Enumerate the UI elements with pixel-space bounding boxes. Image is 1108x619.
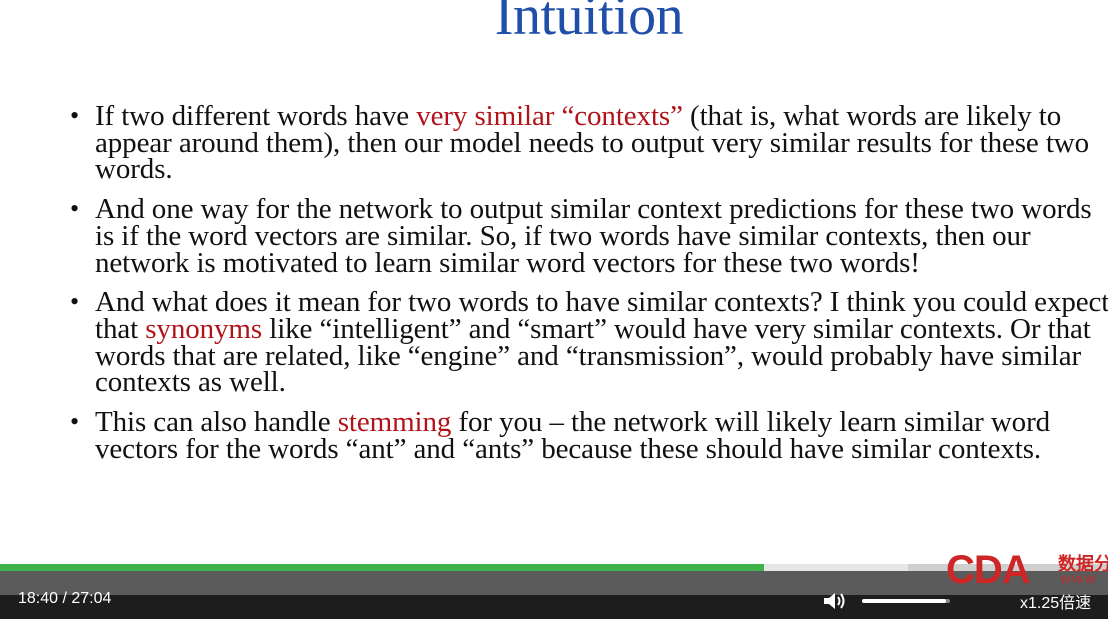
volume-slider[interactable] <box>862 599 950 603</box>
volume-level <box>862 599 946 603</box>
bullet-item: And what does it mean for two words to h… <box>70 288 1108 397</box>
bullet-list: If two different words have very similar… <box>70 101 1108 475</box>
logo-text: CDA <box>946 548 1031 592</box>
cda-logo: CDA 数据分析 WWW <box>946 548 1108 592</box>
logo-www-text: WWW <box>1060 574 1098 586</box>
progress-played <box>0 564 765 571</box>
logo-chinese-text: 数据分析 <box>1058 554 1108 574</box>
bullet-item: And one way for the network to output si… <box>70 193 1108 279</box>
time-display: 18:40 / 27:04 <box>18 590 112 607</box>
slide: Intuition If two different words have ve… <box>0 0 1108 566</box>
playback-speed-button[interactable]: x1.25倍速 <box>1020 589 1091 613</box>
video-progress-bar[interactable] <box>0 564 1108 571</box>
bullet-item: If two different words have very similar… <box>70 101 1108 184</box>
slide-title: Intuition <box>494 0 684 47</box>
player-control-bar: 18:40 / 27:04 x1.25倍速 <box>0 571 1108 619</box>
bullet-item: This can also handle stemming for you – … <box>70 408 1108 464</box>
speaker-volume-icon[interactable] <box>822 590 848 612</box>
bullet-text: And one way for the network to output si… <box>95 193 1092 279</box>
volume-slider-handle[interactable] <box>939 24 952 36</box>
